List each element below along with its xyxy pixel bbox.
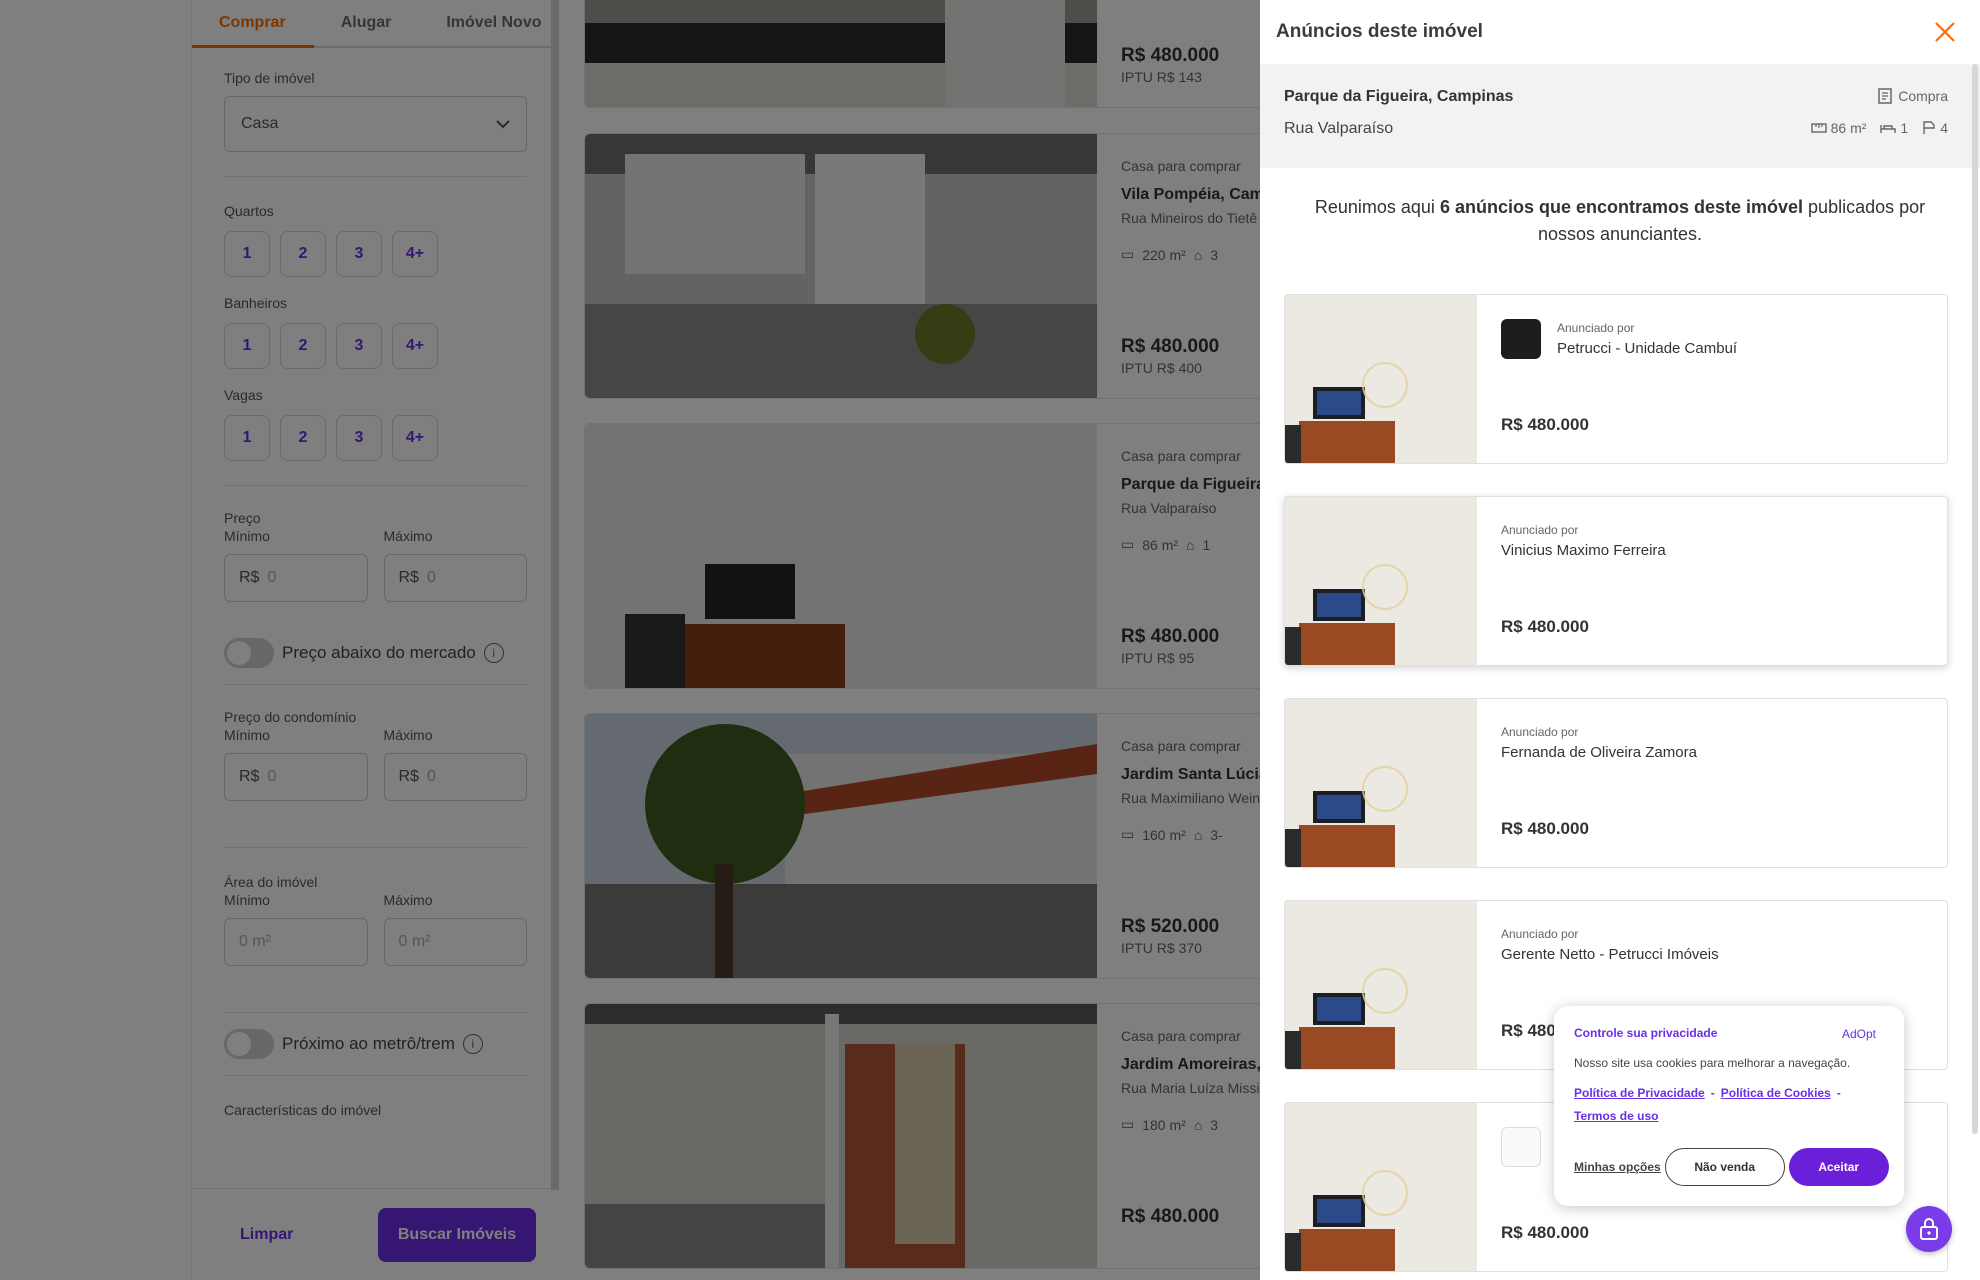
property-features: 86 m² 1 4 [1810,120,1948,136]
link-separator: - [1710,1086,1715,1100]
bed-icon [1880,125,1897,133]
privacy-popup: Controle sua privacidade AdOpt Nosso sit… [1554,1006,1904,1206]
drawer-scrollbar[interactable] [1972,64,1978,1134]
privacy-brand[interactable]: AdOpt [1842,1027,1876,1041]
privacy-links: Política de Privacidade - Política de Cook… [1574,1082,1884,1128]
property-kind: Compra [1878,88,1948,104]
announced-by-label: Anunciado por [1501,725,1579,739]
drawer-intro: Reunimos aqui 6 anúncios que encontramos… [1260,168,1980,248]
advertiser-logo [1501,319,1541,359]
lock-icon [1920,1218,1938,1240]
announced-by-label: Anunciado por [1557,321,1635,335]
announced-by-label: Anunciado por [1501,523,1579,537]
property-parking: 4 [1940,120,1948,136]
advertiser-name: Fernanda de Oliveira Zamora [1501,744,1697,761]
ad-price: R$ 480.000 [1501,1223,1589,1242]
ad-price: R$ 480.000 [1501,415,1589,434]
my-options-link[interactable]: Minhas opções [1574,1160,1661,1174]
intro-bold: 6 anúncios que encontramos deste imóvel [1439,197,1804,217]
parking-icon [1923,121,1935,134]
privacy-policy-link[interactable]: Política de Privacidade [1574,1086,1705,1100]
accept-button[interactable]: Aceitar [1788,1148,1889,1186]
advertiser-logo [1501,1127,1541,1167]
link-separator: - [1836,1086,1841,1100]
ad-card[interactable]: Anunciado por Fernanda de Oliveira Zamora… [1284,698,1948,868]
ad-photo [1285,901,1477,1069]
advertiser-name: Petrucci - Unidade Cambuí [1557,340,1738,357]
no-sell-button[interactable]: Não venda [1664,1148,1785,1186]
property-kind-label: Compra [1898,88,1948,104]
ad-photo [1285,497,1477,665]
terms-link[interactable]: Termos de uso [1574,1109,1658,1123]
ad-photo [1285,1103,1477,1271]
privacy-actions: Minhas opções Não venda Aceitar [1574,1148,1889,1186]
property-name: Parque da Figueira, Campinas [1284,88,1514,105]
privacy-fab[interactable] [1906,1206,1952,1252]
ad-photo [1285,295,1477,463]
ad-price: R$ 480.000 [1501,617,1589,636]
ad-card[interactable]: Anunciado por Petrucci - Unidade Cambuí R$… [1284,294,1948,464]
privacy-text: Nosso site usa cookies para melhorar a n… [1574,1056,1851,1070]
ad-card[interactable]: Anunciado por Vinicius Maximo Ferreira R$ … [1284,496,1948,666]
document-icon [1878,88,1892,104]
cookie-policy-link[interactable]: Política de Cookies [1721,1086,1831,1100]
privacy-title: Controle sua privacidade [1574,1026,1718,1040]
intro-prefix: Reunimos aqui [1314,197,1440,217]
property-rooms: 1 [1900,120,1909,136]
property-area: 86 m² [1830,120,1867,136]
advertiser-name: Vinicius Maximo Ferreira [1501,542,1666,559]
ad-photo [1285,699,1477,867]
announced-by-label: Anunciado por [1501,927,1579,941]
drawer-title: Anúncios deste imóvel [1276,21,1483,42]
ruler-icon [1810,123,1827,133]
property-summary: Parque da Figueira, Campinas Rua Valpara… [1260,64,1980,168]
ad-price: R$ 480 [1501,1021,1556,1040]
close-icon[interactable] [1934,21,1956,43]
modal-backdrop[interactable] [0,0,1260,1280]
advertiser-name: Gerente Netto - Petrucci Imóveis [1501,946,1719,963]
ad-price: R$ 480.000 [1501,819,1589,838]
